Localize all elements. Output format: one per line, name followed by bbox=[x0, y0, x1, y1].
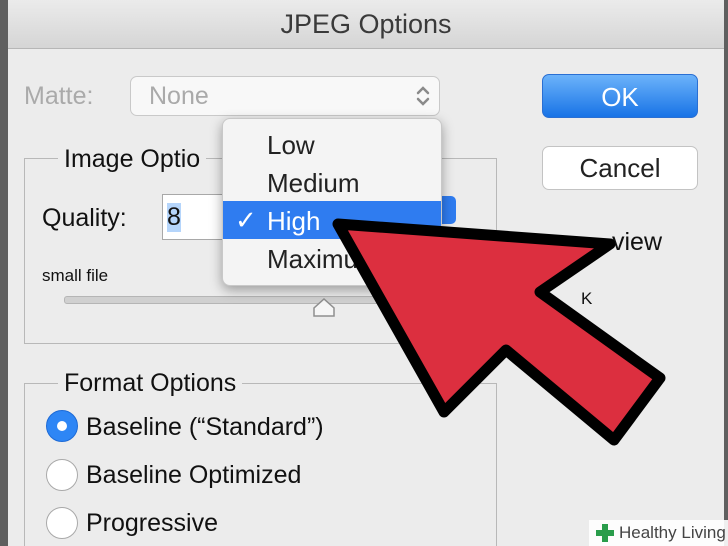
red-arrow-icon bbox=[332, 218, 666, 446]
health-cross-icon bbox=[596, 524, 614, 542]
watermark-text: Healthy Living bbox=[619, 523, 726, 542]
watermark: Healthy Living bbox=[589, 520, 728, 546]
